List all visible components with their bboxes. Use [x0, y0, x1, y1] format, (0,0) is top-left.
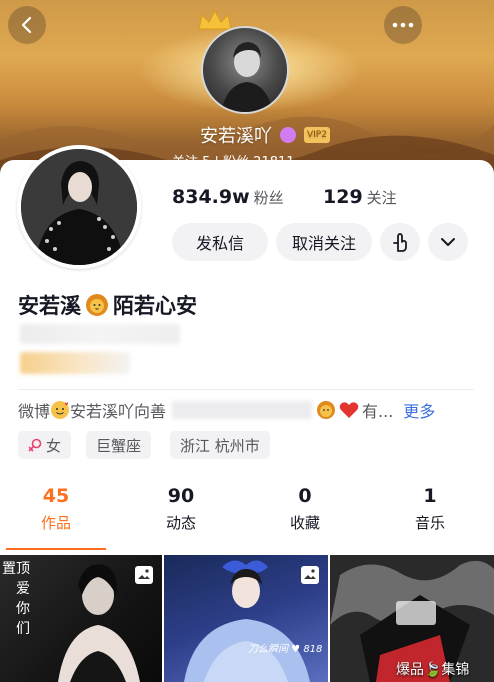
bio-text: 安若溪吖向善 [70, 402, 167, 421]
bio-ellipsis: 有... [362, 402, 394, 421]
bio-prefix: 微博 [18, 402, 51, 421]
banner-name-text: 安若溪吖 [200, 126, 272, 147]
gender-text: 女 [46, 436, 62, 455]
banner-display-name: 安若溪吖 VIP2 [200, 122, 330, 148]
back-button[interactable] [8, 6, 46, 44]
following-count: 129 [323, 186, 363, 208]
expand-button[interactable] [428, 223, 468, 261]
tab-label: 收藏 [289, 514, 320, 532]
tab-label: 动态 [165, 514, 196, 532]
crown-icon [198, 9, 232, 30]
avatar-portrait [21, 149, 137, 265]
video-thumbnail[interactable]: 置顶 爱 你 们 [0, 555, 162, 682]
send-message-button[interactable]: 发私信 [172, 223, 268, 261]
nickname-suffix: 陌若心安 [113, 294, 197, 318]
blurred-bio-segment [172, 401, 313, 419]
album-icon [135, 566, 153, 584]
location-tag: 浙江 杭州市 [170, 431, 270, 459]
followers-stat[interactable]: 834.9w 粉丝 [172, 186, 284, 208]
verified-badge-icon [280, 127, 296, 143]
tab-count: 90 [167, 485, 195, 507]
lion-emoji-icon [317, 401, 336, 419]
tab-posts[interactable]: 90 动态 [131, 485, 231, 533]
pinned-text: 你 [16, 601, 30, 617]
zodiac-tag: 巨蟹座 [86, 431, 152, 459]
pinned-text: 置顶 [2, 561, 30, 577]
pin-icon [393, 233, 407, 252]
pinned-label: 置顶 爱 你 们 [2, 559, 30, 639]
smiling-hearts-emoji-icon [51, 401, 70, 419]
gender-female-icon [28, 438, 42, 452]
blurred-id-line [20, 324, 180, 344]
followers-count: 834.9w [172, 186, 250, 208]
active-tab-indicator [6, 548, 106, 550]
vip-badge: VIP2 [304, 127, 330, 143]
divider [18, 389, 474, 390]
tab-music[interactable]: 1 音乐 [380, 485, 480, 533]
following-label: 关注 [366, 189, 397, 207]
content-tabs: 45 作品 90 动态 0 收藏 1 音乐 [0, 485, 494, 555]
blurred-badge-line [20, 352, 130, 374]
followers-label: 粉丝 [253, 189, 284, 207]
tab-label: 作品 [40, 514, 71, 532]
lion-emoji-icon [86, 294, 108, 316]
pinned-text: 们 [16, 621, 30, 637]
tab-label: 音乐 [414, 514, 445, 532]
thumbnail-caption: 爆品🍃集锦 [396, 662, 470, 678]
vip-label: VIP2 [307, 130, 327, 140]
unfollow-button[interactable]: 取消关注 [276, 223, 372, 261]
nickname-text: 安若溪 [18, 294, 81, 318]
more-button[interactable] [384, 6, 422, 44]
tab-favorites[interactable]: 0 收藏 [255, 485, 355, 533]
profile-avatar[interactable] [17, 145, 141, 269]
thumbnail-caption: 刀么瞬间 ♥ 818 [248, 644, 323, 655]
tab-count: 1 [423, 485, 437, 507]
banner-avatar[interactable] [201, 26, 289, 114]
chevron-down-icon [441, 238, 455, 246]
tab-count: 0 [298, 485, 312, 507]
avatar-portrait [221, 42, 273, 112]
profile-bio[interactable]: 微博 安若溪吖向善 有... 更多 [18, 398, 435, 422]
following-stat[interactable]: 129 关注 [323, 186, 397, 208]
album-icon [301, 566, 319, 584]
bio-more-link[interactable]: 更多 [403, 398, 435, 422]
more-icon [392, 22, 414, 28]
pin-button[interactable] [380, 223, 420, 261]
video-thumbnail[interactable] [164, 555, 328, 682]
pinned-text: 爱 [16, 581, 30, 597]
tab-works[interactable]: 45 作品 [6, 485, 106, 533]
gender-tag: 女 [18, 431, 72, 459]
avatar-image [21, 149, 137, 265]
back-icon [21, 16, 32, 34]
red-heart-icon [339, 402, 359, 418]
profile-nickname: 安若溪 陌若心安 [18, 290, 197, 320]
tab-count: 45 [42, 485, 70, 507]
